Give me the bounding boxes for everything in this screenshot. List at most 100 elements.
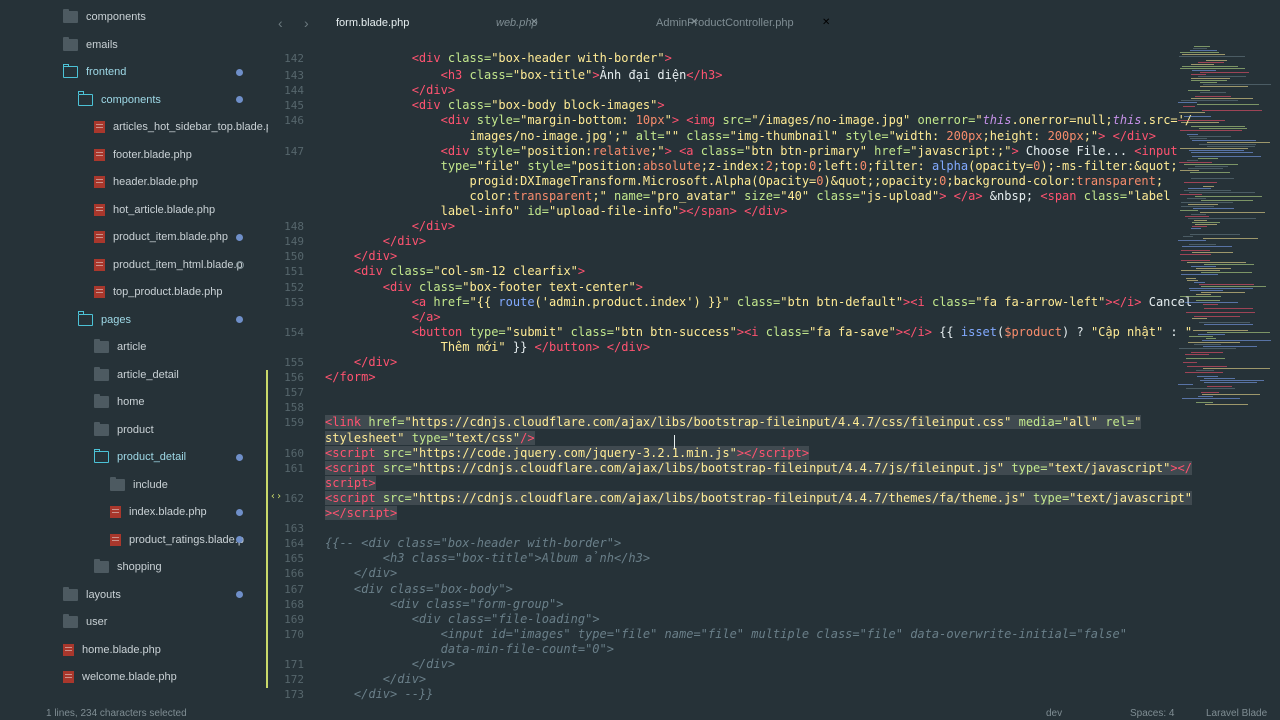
code-line[interactable]: </div> — [325, 355, 397, 370]
tree-folder[interactable]: include — [110, 475, 168, 495]
code-line[interactable]: ></script> — [325, 506, 398, 521]
tree-folder[interactable]: components — [77, 90, 161, 110]
code-line[interactable]: </a> — [325, 310, 441, 325]
code-line[interactable]: </div> — [325, 566, 397, 581]
minimap-line — [1200, 92, 1226, 93]
tree-folder[interactable]: components — [63, 7, 146, 27]
tab-adminproductcontroller-php[interactable]: AdminProductController.php — [656, 0, 816, 46]
tree-file[interactable]: product_item.blade.php — [94, 227, 228, 247]
code-line[interactable]: <h3 class="box-title">Album ảnh</h3> — [325, 551, 650, 566]
tree-file[interactable]: articles_hot_sidebar_top.blade.ph — [94, 117, 268, 137]
minimap-line — [1189, 192, 1255, 193]
tree-file[interactable]: home.blade.php — [63, 640, 161, 660]
tab-web-php[interactable]: web.php ✕ — [496, 0, 698, 46]
code-line[interactable]: <input id="images" type="file" name="fil… — [325, 627, 1127, 642]
minimap-line — [1191, 178, 1234, 179]
tree-file[interactable]: product_item_html.blade.p — [94, 255, 243, 275]
code-line[interactable]: label-info" id="upload-file-info"></span… — [325, 204, 788, 219]
code-line[interactable]: <link href="https://cdnjs.cloudflare.com… — [325, 415, 1142, 430]
close-tab-icon[interactable]: ✕ — [822, 0, 830, 46]
line-number: 170 — [284, 627, 304, 641]
code-line[interactable]: <div style="position:relative;"> <a clas… — [325, 144, 1178, 159]
code-line[interactable]: <div class="box-header with-border"> — [325, 51, 672, 66]
minimap-line — [1182, 54, 1225, 55]
code-line[interactable]: stylesheet" type="text/css"/> — [325, 430, 535, 446]
minimap-line — [1187, 366, 1227, 367]
code-line[interactable]: </div> — [325, 657, 455, 672]
code-line[interactable]: <h3 class="box-title">Ảnh đại diện</h3> — [325, 68, 723, 83]
line-number: 151 — [284, 265, 304, 279]
code-line[interactable]: </div> — [325, 234, 426, 249]
tab-form-blade-php[interactable]: form.blade.php ✕ — [336, 0, 538, 46]
code-line[interactable]: <script src="https://code.jquery.com/jqu… — [325, 445, 810, 461]
tree-folder[interactable]: article — [94, 337, 146, 357]
tab-bar: ‹ › form.blade.php ✕ web.php ✕ AdminProductC… — [268, 0, 1280, 46]
line-number: 157 — [284, 386, 304, 400]
tree-folder[interactable]: frontend — [62, 62, 126, 82]
modified-indicator — [236, 591, 243, 598]
modified-indicator — [236, 316, 243, 323]
indent-setting[interactable]: Spaces: 4 — [1130, 708, 1174, 719]
code-line[interactable]: color:transparent;" name="pro_avatar" si… — [325, 189, 1171, 204]
minimap-line — [1194, 282, 1205, 283]
code-line[interactable]: <div class="col-sm-12 clearfix"> — [325, 264, 585, 279]
tree-file[interactable]: hot_article.blade.php — [94, 200, 215, 220]
code-line[interactable]: <a href="{{ route('admin.product.index')… — [325, 295, 1192, 310]
line-number: 161 — [284, 461, 304, 475]
code-line[interactable]: <div class="file-loading"> — [325, 612, 600, 627]
back-arrow-icon[interactable]: ‹ — [278, 0, 283, 46]
tree-file[interactable]: index.blade.php — [110, 502, 207, 522]
git-branch[interactable]: dev — [1046, 708, 1062, 719]
syntax-mode[interactable]: Laravel Blade — [1206, 708, 1267, 719]
code-line[interactable]: </form> — [325, 370, 376, 385]
code-line[interactable]: Thêm mới" }} </button> </div> — [325, 340, 651, 355]
code-line[interactable]: script> — [325, 475, 376, 491]
fold-marker-icon[interactable]: ‹› — [270, 491, 282, 502]
code-line[interactable]: {{-- <div class="box-header with-border"… — [325, 536, 621, 551]
code-line[interactable]: images/no-image.jpg';" alt="" class="img… — [325, 129, 1156, 144]
code-line[interactable]: <script src="https://cdnjs.cloudflare.co… — [325, 460, 1193, 476]
tree-file[interactable]: top_product.blade.php — [94, 282, 222, 302]
code-line[interactable]: <div class="form-group"> — [325, 597, 563, 612]
minimap-line — [1191, 78, 1230, 79]
code-line[interactable]: <div class="box-footer text-center"> — [325, 280, 643, 295]
tree-folder[interactable]: product_detail — [93, 447, 186, 467]
tree-file[interactable]: header.blade.php — [94, 172, 198, 192]
minimap-line — [1188, 204, 1218, 205]
code-editor[interactable]: 142 <div class="box-header with-border">… — [268, 46, 1280, 720]
tree-file[interactable]: footer.blade.php — [94, 145, 192, 165]
forward-arrow-icon[interactable]: › — [304, 0, 309, 46]
code-line[interactable]: <div class="box-body"> — [325, 582, 513, 597]
code-line[interactable]: </div> — [325, 219, 455, 234]
php-file-icon — [94, 258, 105, 271]
tree-folder[interactable]: user — [63, 612, 107, 632]
code-line[interactable]: <div class="box-body block-images"> — [325, 98, 665, 113]
code-line[interactable]: </div> --}} — [325, 687, 433, 702]
folder-icon — [63, 36, 78, 51]
tree-folder[interactable]: shopping — [94, 557, 162, 577]
code-line[interactable]: <script src="https://cdnjs.cloudflare.co… — [325, 490, 1192, 506]
tree-item-label: articles_hot_sidebar_top.blade.ph — [113, 121, 268, 133]
tree-folder[interactable]: emails — [63, 35, 118, 55]
tree-folder[interactable]: layouts — [63, 585, 121, 605]
minimap-line — [1194, 220, 1207, 221]
tree-file[interactable]: product_ratings.blade.p — [110, 530, 244, 550]
tree-file[interactable]: welcome.blade.php — [63, 667, 177, 687]
code-line[interactable]: type="file" style="position:absolute;z-i… — [325, 159, 1178, 174]
code-line[interactable]: <button type="submit" class="btn btn-suc… — [325, 325, 1192, 340]
code-line[interactable]: </div> — [325, 83, 455, 98]
code-line[interactable]: </div> — [325, 249, 397, 264]
code-line[interactable]: </div> — [325, 672, 426, 687]
tree-folder[interactable]: article_detail — [94, 365, 179, 385]
tree-folder[interactable]: home — [94, 392, 145, 412]
minimap-line — [1204, 264, 1254, 265]
tree-folder[interactable]: product — [94, 420, 154, 440]
tab-label: AdminProductController.php — [656, 17, 794, 29]
tree-folder[interactable]: pages — [77, 310, 131, 330]
code-line[interactable]: data-min-file-count="0"> — [325, 642, 614, 657]
code-line[interactable]: <div style="margin-bottom: 10px"> <img s… — [325, 113, 1193, 128]
code-line[interactable]: progid:DXImageTransform.Microsoft.Alpha(… — [325, 174, 1164, 189]
minimap[interactable] — [1178, 46, 1280, 706]
untracked-indicator — [236, 261, 244, 269]
minimap-line — [1203, 238, 1258, 239]
